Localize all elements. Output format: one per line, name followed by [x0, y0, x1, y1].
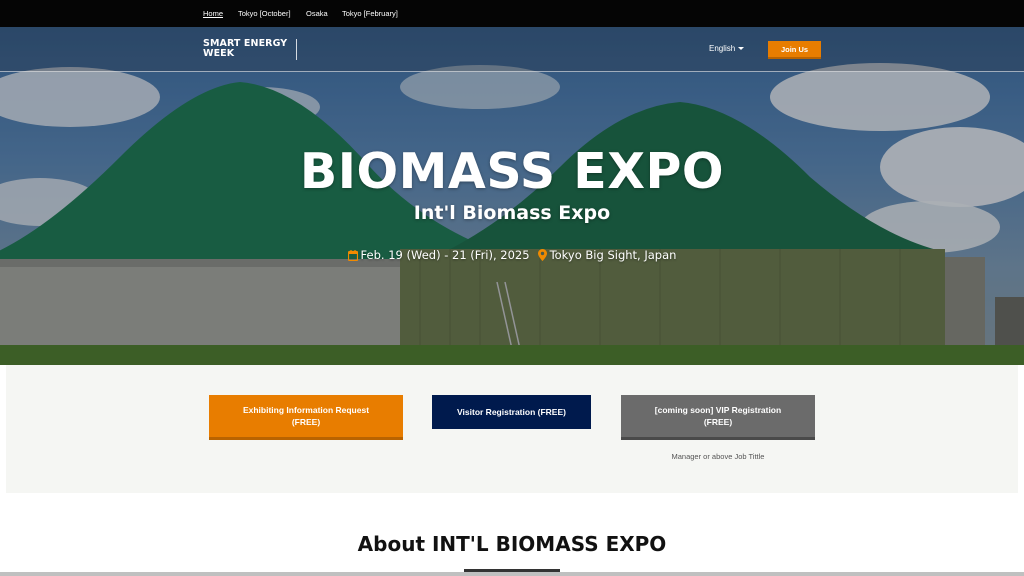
top-nav-tokyo-october-link[interactable]: Tokyo [October]	[238, 9, 291, 18]
caret-down-icon	[738, 47, 745, 51]
site-header: SMART ENERGY WEEK English Join Us	[0, 27, 1024, 72]
event-dates: Feb. 19 (Wed) - 21 (Fri), 2025	[360, 248, 530, 262]
bottom-divider	[0, 572, 1024, 576]
event-venue: Tokyo Big Sight, Japan	[549, 248, 677, 262]
hero-title: BIOMASS EXPO	[299, 143, 725, 200]
top-nav: Home Tokyo [October] Osaka Tokyo [Februa…	[0, 0, 1024, 27]
about-heading: About INT'L BIOMASS EXPO	[357, 532, 667, 556]
join-us-button[interactable]: Join Us	[768, 41, 821, 59]
visitor-registration-button[interactable]: Visitor Registration (FREE)	[432, 395, 591, 429]
hero-subtitle: Int'l Biomass Expo	[413, 202, 611, 224]
event-info: Feb. 19 (Wed) - 21 (Fri), 2025 Tokyo Big…	[0, 248, 1024, 264]
location-pin-icon	[537, 249, 547, 264]
exhibiting-info-request-button[interactable]: Exhibiting Information Request (FREE)	[209, 395, 403, 440]
vip-registration-button[interactable]: [coming soon] VIP Registration (FREE)	[621, 395, 815, 440]
registration-section: Exhibiting Information Request (FREE) Vis…	[6, 365, 1018, 493]
smart-energy-week-logo[interactable]: SMART ENERGY WEEK	[203, 39, 287, 59]
language-selector[interactable]: English	[709, 44, 745, 53]
top-nav-home-link[interactable]: Home	[203, 9, 223, 18]
top-nav-tokyo-february-link[interactable]: Tokyo [February]	[342, 9, 398, 18]
calendar-icon	[347, 250, 358, 264]
top-nav-osaka-link[interactable]: Osaka	[306, 9, 328, 18]
vip-eligibility-note: Manager or above Job Tittle	[671, 452, 765, 461]
logo-divider	[296, 39, 297, 60]
hero-section: SMART ENERGY WEEK English Join Us BIOMAS…	[0, 27, 1024, 365]
